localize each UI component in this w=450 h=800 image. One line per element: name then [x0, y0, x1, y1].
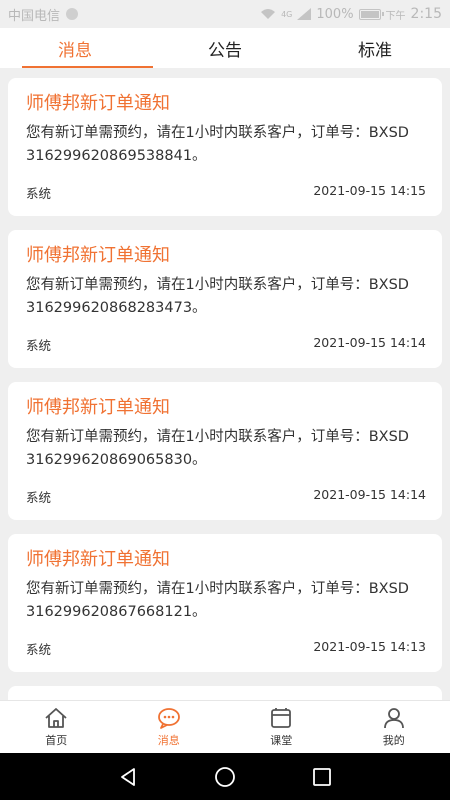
wifi-icon: [261, 9, 276, 19]
message-source: 系统: [26, 490, 52, 505]
message-card[interactable]: 师傅邦新订单通知 您有新订单需预约，请在1小时内联系客户，订单号：BXSD316…: [8, 534, 442, 672]
message-body: 您有新订单需预约，请在1小时内联系客户，订单号：BXSD316299620867…: [26, 581, 409, 620]
message-footer: 系统 2021-09-15 14:14: [26, 487, 426, 506]
bottom-nav: 首页 消息 课堂 我的: [0, 700, 450, 753]
carrier-label: 中国电信: [8, 8, 61, 24]
message-footer: 系统 2021-09-15 14:14: [26, 335, 426, 354]
status-bar: 中国电信 4G 100% 下午 2:15: [0, 0, 450, 28]
back-icon[interactable]: [116, 765, 140, 789]
message-body: 您有新订单需预约，请在1小时内联系客户，订单号：BXSD316299620868…: [26, 277, 409, 316]
message-card[interactable]: 师傅邦新订单通知 您有新订单需预约，请在1小时内联系客户，订单号：BXSD316…: [8, 230, 442, 368]
message-time: 2021-09-15 14:14: [313, 487, 426, 502]
tab-standards[interactable]: 标准: [300, 28, 450, 68]
message-body: 您有新订单需预约，请在1小时内联系客户，订单号：BXSD316299620869…: [26, 429, 409, 468]
message-source: 系统: [26, 338, 52, 353]
chat-icon: [157, 708, 180, 729]
message-card[interactable]: 师傅邦新订单通知 您有新订单需预约，请在1小时内联系客户，订单号：BXSD316…: [8, 78, 442, 216]
nav-label-home: 首页: [45, 734, 68, 747]
tab-bar: 消息 公告 标准: [0, 28, 450, 68]
battery-icon: [358, 8, 384, 20]
system-nav-bar: [0, 753, 450, 800]
status-right: 4G 100% 下午 2:15: [260, 6, 442, 22]
tab-messages[interactable]: 消息: [0, 28, 153, 68]
home-icon: [45, 708, 67, 728]
nav-label-messages: 消息: [157, 734, 180, 747]
tab-announcements[interactable]: 公告: [150, 28, 300, 68]
nav-item-classroom[interactable]: 课堂: [225, 701, 338, 753]
status-left: 中国电信: [8, 5, 79, 24]
clock: 2:15: [410, 6, 442, 22]
message-footer: 系统 2021-09-15 14:13: [26, 639, 426, 658]
profile-icon: [383, 708, 404, 729]
message-list[interactable]: 师傅邦新订单通知 您有新订单需预约，请在1小时内联系客户，订单号：BXSD316…: [0, 68, 450, 700]
message-source: 系统: [26, 186, 52, 201]
message-time: 2021-09-15 14:15: [313, 183, 426, 198]
message-footer: 系统 2021-09-15 14:15: [26, 183, 426, 202]
nav-label-classroom: 课堂: [270, 734, 293, 747]
message-title: 师傅邦新订单通知: [26, 93, 170, 114]
signal-icon: [297, 8, 312, 20]
message-title: 师傅邦新订单通知: [26, 245, 170, 266]
message-title: 师傅邦新订单通知: [26, 549, 170, 570]
notification-icon: [66, 8, 79, 20]
message-card-partial[interactable]: [8, 686, 442, 700]
nav-label-profile: 我的: [382, 734, 405, 747]
message-title: 师傅邦新订单通知: [26, 397, 170, 418]
message-source: 系统: [26, 642, 52, 657]
time-period: 下午: [385, 10, 406, 22]
message-body: 您有新订单需预约，请在1小时内联系客户，订单号：BXSD316299620869…: [26, 125, 409, 164]
home-circle-icon[interactable]: [213, 765, 237, 789]
message-card[interactable]: 师傅邦新订单通知 您有新订单需预约，请在1小时内联系客户，订单号：BXSD316…: [8, 382, 442, 520]
nav-item-home[interactable]: 首页: [0, 701, 113, 753]
nav-item-messages[interactable]: 消息: [113, 701, 226, 753]
battery-percent: 100%: [316, 6, 354, 22]
message-time: 2021-09-15 14:13: [313, 639, 426, 654]
network-type-label: 4G: [281, 9, 293, 19]
message-time: 2021-09-15 14:14: [313, 335, 426, 350]
nav-item-profile[interactable]: 我的: [338, 701, 450, 753]
recents-icon[interactable]: [310, 765, 334, 789]
classroom-icon: [271, 708, 292, 728]
